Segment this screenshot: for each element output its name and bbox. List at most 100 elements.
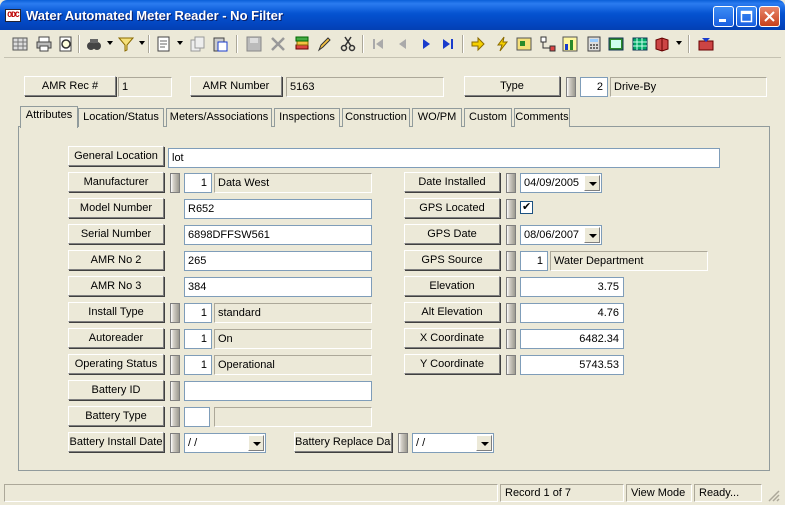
general-location-field[interactable]: lot <box>168 148 720 168</box>
next-record-icon[interactable] <box>416 34 436 54</box>
gps-date-grip[interactable] <box>506 225 516 245</box>
operating-status-lookup-grip[interactable] <box>170 355 180 375</box>
date-installed-dropdown-icon[interactable] <box>584 175 600 191</box>
gps-located-button[interactable]: GPS Located <box>404 198 500 218</box>
map-icon[interactable] <box>514 34 534 54</box>
y-coordinate-grip[interactable] <box>506 355 516 375</box>
x-coordinate-grip[interactable] <box>506 329 516 349</box>
autoreader-lookup-grip[interactable] <box>170 329 180 349</box>
date-installed-field[interactable]: 04/09/2005 <box>520 173 602 193</box>
tab-comments[interactable]: Comments <box>514 108 570 127</box>
find-icon[interactable] <box>84 34 104 54</box>
elevation-button[interactable]: Elevation <box>404 276 500 296</box>
last-record-icon[interactable] <box>438 34 458 54</box>
battery-replace-date-field[interactable]: / / <box>412 433 494 453</box>
grid-view-icon[interactable] <box>630 34 650 54</box>
x-coordinate-button[interactable]: X Coordinate <box>404 328 500 348</box>
amr-no-3-button[interactable]: AMR No 3 <box>68 276 164 296</box>
print-preview-icon[interactable] <box>56 34 76 54</box>
tree-icon[interactable] <box>538 34 558 54</box>
amr-number-button[interactable]: AMR Number <box>190 76 282 96</box>
battery-replace-date-grip[interactable] <box>398 433 408 453</box>
date-installed-button[interactable]: Date Installed <box>404 172 500 192</box>
operating-status-button[interactable]: Operating Status <box>68 354 164 374</box>
tab-attributes[interactable]: Attributes <box>20 106 78 128</box>
close-button[interactable] <box>759 6 780 27</box>
battery-install-date-field[interactable]: / / <box>184 433 266 453</box>
general-location-button[interactable]: General Location <box>68 146 164 166</box>
battery-type-button[interactable]: Battery Type <box>68 406 164 426</box>
battery-id-button[interactable]: Battery ID <box>68 380 164 400</box>
previous-record-icon[interactable] <box>392 34 412 54</box>
tab-location-status[interactable]: Location/Status <box>78 108 164 127</box>
y-coordinate-button[interactable]: Y Coordinate <box>404 354 500 374</box>
amr-no-2-field[interactable]: 265 <box>184 251 372 271</box>
new-record-icon[interactable] <box>154 34 174 54</box>
battery-install-date-button[interactable]: Battery Install Date <box>68 432 164 452</box>
jump-icon[interactable] <box>468 34 488 54</box>
lightning-icon[interactable] <box>492 34 512 54</box>
tab-custom[interactable]: Custom <box>464 108 512 127</box>
battery-id-field[interactable] <box>184 381 372 401</box>
type-lookup-grip[interactable] <box>566 77 576 97</box>
edit-icon[interactable] <box>314 34 334 54</box>
gps-source-lookup-grip[interactable] <box>506 251 516 271</box>
manufacturer-code[interactable]: 1 <box>184 173 212 193</box>
resize-grip-icon[interactable] <box>766 488 780 502</box>
maximize-button[interactable] <box>736 6 757 27</box>
chart-icon[interactable] <box>560 34 580 54</box>
amr-no-3-field[interactable]: 384 <box>184 277 372 297</box>
minimize-button[interactable] <box>713 6 734 27</box>
alt-elevation-field[interactable]: 4.76 <box>520 303 624 323</box>
find-dropdown-icon[interactable] <box>107 41 113 45</box>
gps-source-button[interactable]: GPS Source <box>404 250 500 270</box>
paste-icon[interactable] <box>210 34 230 54</box>
alt-elevation-button[interactable]: Alt Elevation <box>404 302 500 322</box>
book-dropdown-icon[interactable] <box>676 41 682 45</box>
autoreader-code[interactable]: 1 <box>184 329 212 349</box>
amr-rec-button[interactable]: AMR Rec # <box>24 76 116 96</box>
serial-number-button[interactable]: Serial Number <box>68 224 164 244</box>
print-icon[interactable] <box>34 34 54 54</box>
filter-icon[interactable] <box>116 34 136 54</box>
battery-type-lookup-grip[interactable] <box>170 407 180 427</box>
gps-source-code[interactable]: 1 <box>520 251 548 271</box>
save-icon[interactable] <box>244 34 264 54</box>
date-installed-grip[interactable] <box>506 173 516 193</box>
serial-number-field[interactable]: 6898DFFSW561 <box>184 225 372 245</box>
gps-located-checkbox[interactable]: ✔ <box>520 200 533 214</box>
grid-icon[interactable] <box>10 34 30 54</box>
tab-inspections[interactable]: Inspections <box>274 108 340 127</box>
battery-replace-date-dropdown-icon[interactable] <box>476 435 492 451</box>
stack-icon[interactable] <box>292 34 312 54</box>
battery-type-code[interactable] <box>184 407 210 427</box>
gps-located-grip[interactable] <box>506 199 516 219</box>
elevation-grip[interactable] <box>506 277 516 297</box>
gps-date-field[interactable]: 08/06/2007 <box>520 225 602 245</box>
battery-replace-date-button[interactable]: Battery Replace Date <box>294 432 392 452</box>
elevation-field[interactable]: 3.75 <box>520 277 624 297</box>
alt-elevation-grip[interactable] <box>506 303 516 323</box>
title-bar[interactable]: ODC Water Automated Meter Reader - No Fi… <box>0 0 785 30</box>
spreadsheet-icon[interactable] <box>606 34 626 54</box>
x-coordinate-field[interactable]: 6482.34 <box>520 329 624 349</box>
tab-meters-associations[interactable]: Meters/Associations <box>166 108 272 127</box>
delete-icon[interactable] <box>268 34 288 54</box>
amr-no-2-button[interactable]: AMR No 2 <box>68 250 164 270</box>
install-type-lookup-grip[interactable] <box>170 303 180 323</box>
new-record-dropdown-icon[interactable] <box>177 41 183 45</box>
book-icon[interactable] <box>652 34 672 54</box>
tab-wo-pm[interactable]: WO/PM <box>412 108 462 127</box>
autoreader-button[interactable]: Autoreader <box>68 328 164 348</box>
battery-id-lookup-grip[interactable] <box>170 381 180 401</box>
exit-icon[interactable] <box>696 34 716 54</box>
model-number-field[interactable]: R652 <box>184 199 372 219</box>
manufacturer-button[interactable]: Manufacturer <box>68 172 164 192</box>
gps-date-button[interactable]: GPS Date <box>404 224 500 244</box>
install-type-button[interactable]: Install Type <box>68 302 164 322</box>
battery-install-date-dropdown-icon[interactable] <box>248 435 264 451</box>
operating-status-code[interactable]: 1 <box>184 355 212 375</box>
gps-date-dropdown-icon[interactable] <box>584 227 600 243</box>
install-type-code[interactable]: 1 <box>184 303 212 323</box>
first-record-icon[interactable] <box>368 34 388 54</box>
